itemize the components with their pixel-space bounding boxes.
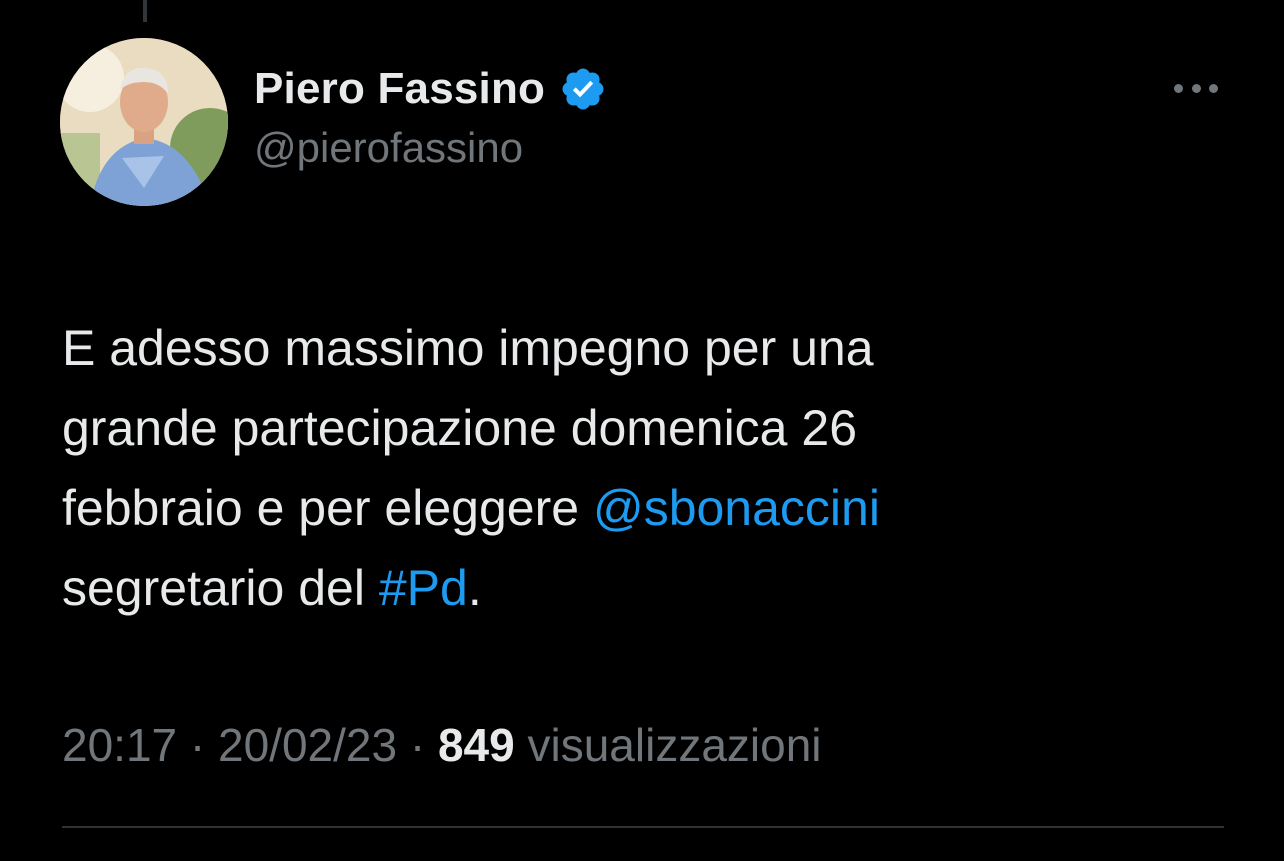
- mention-link[interactable]: @sbonaccini: [593, 480, 880, 536]
- more-dot: [1174, 83, 1183, 93]
- tweet-text: E adesso massimo impegno per una grande …: [62, 308, 1222, 628]
- text-segment: E adesso massimo impegno per una: [62, 320, 874, 376]
- views-label[interactable]: visualizzazioni: [528, 719, 822, 771]
- thread-connector-line: [143, 0, 147, 22]
- tweet-text-line: segretario del #Pd.: [62, 548, 1222, 628]
- user-handle[interactable]: @pierofassino: [254, 124, 607, 172]
- display-name-row: Piero Fassino: [254, 58, 607, 120]
- tweet-text-line: grande partecipazione domenica 26: [62, 388, 1222, 468]
- divider: [62, 826, 1224, 828]
- views-count[interactable]: 849: [438, 719, 515, 771]
- text-segment: .: [467, 560, 482, 616]
- more-dot: [1191, 83, 1201, 93]
- display-name[interactable]: Piero Fassino: [254, 64, 545, 114]
- more-options-icon[interactable]: [1174, 76, 1218, 100]
- text-segment: febbraio e per eleggere: [62, 480, 593, 536]
- meta-separator: ·: [189, 719, 206, 771]
- tweet-time[interactable]: 20:17: [62, 719, 177, 771]
- more-dot: [1209, 83, 1218, 93]
- tweet-author: Piero Fassino @pierofassino: [254, 58, 607, 172]
- hashtag-link[interactable]: #Pd: [379, 560, 468, 616]
- verified-badge-icon[interactable]: [559, 65, 607, 113]
- tweet-text-line: E adesso massimo impegno per una: [62, 308, 1222, 388]
- tweet-metadata: 20:17 · 20/02/23 · 849 visualizzazioni: [62, 718, 822, 772]
- tweet-date[interactable]: 20/02/23: [218, 719, 397, 771]
- text-segment: segretario del: [62, 560, 379, 616]
- avatar[interactable]: [60, 38, 228, 206]
- avatar-photo: [60, 38, 228, 206]
- tweet-text-line: febbraio e per eleggere @sbonaccini: [62, 468, 1222, 548]
- meta-separator: ·: [409, 719, 426, 771]
- text-segment: grande partecipazione domenica 26: [62, 400, 857, 456]
